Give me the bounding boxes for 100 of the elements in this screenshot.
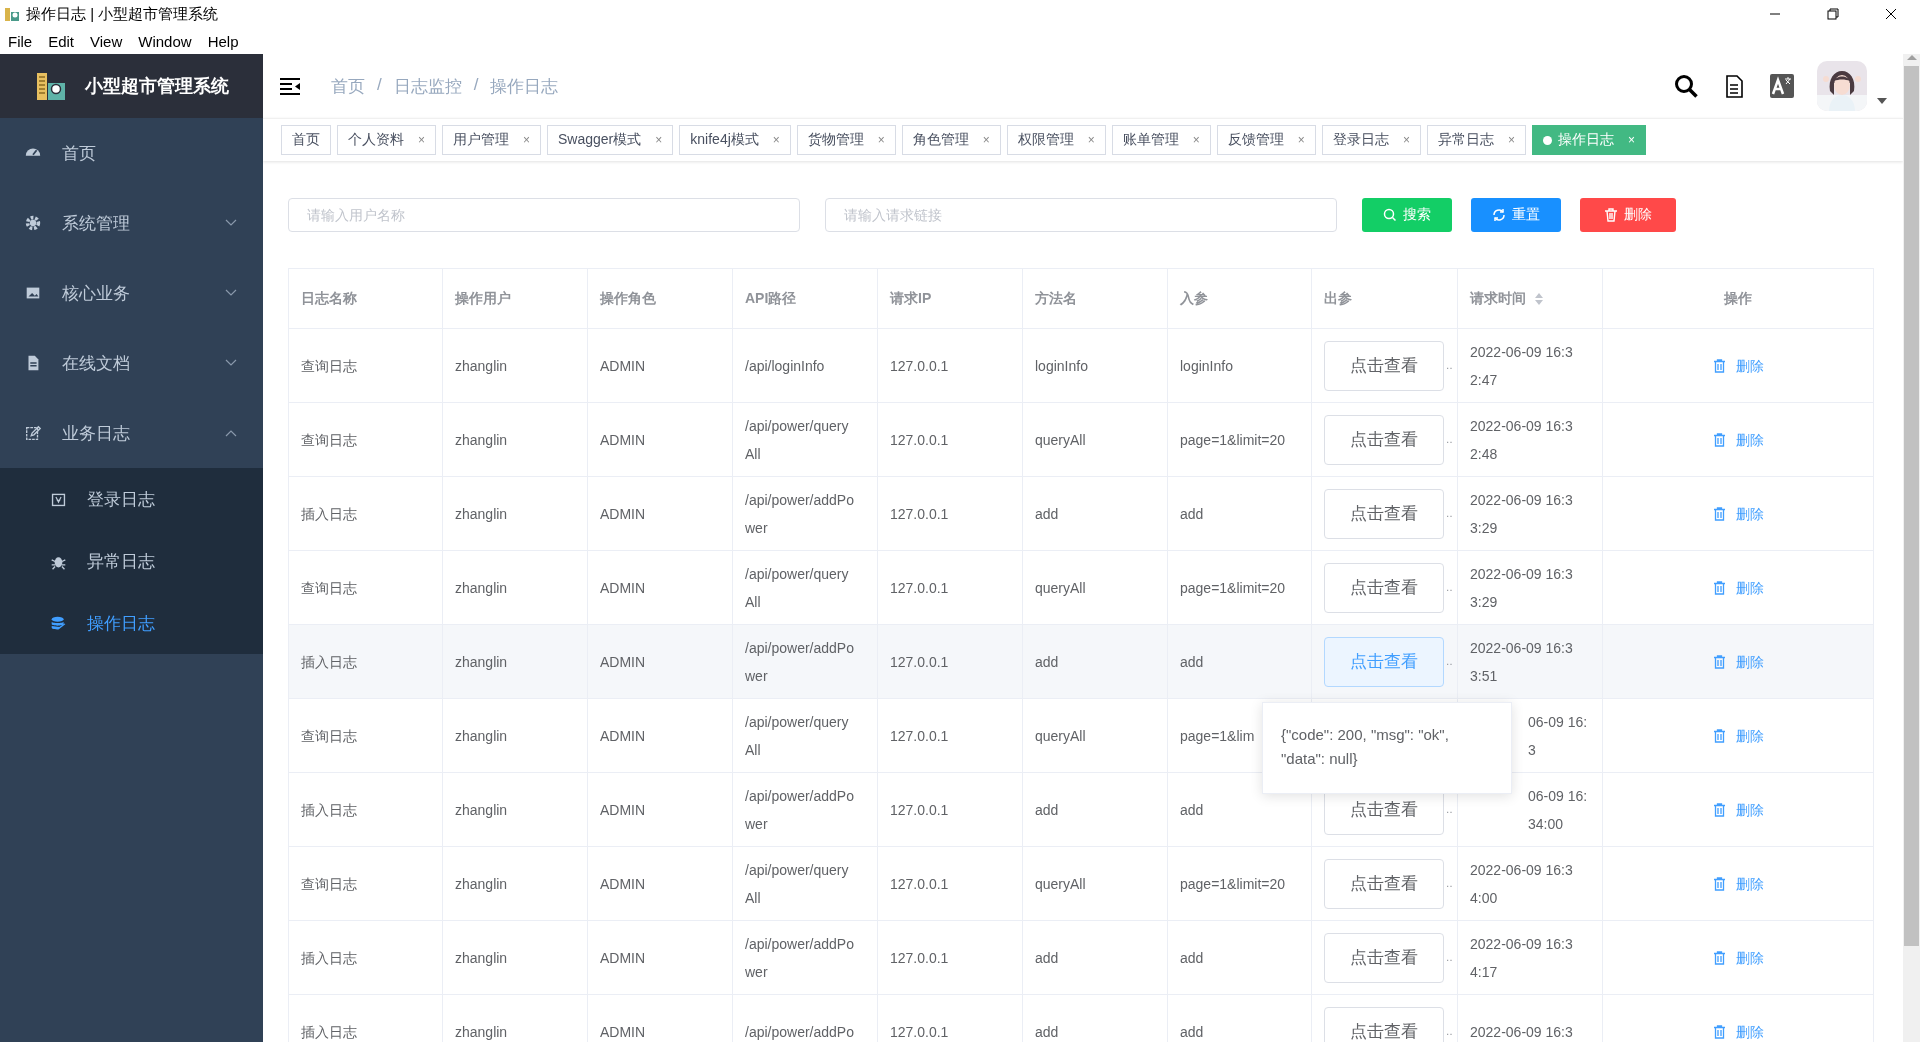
tab[interactable]: 用户管理 × xyxy=(442,125,542,155)
sidebar-subitem[interactable]: 操作日志 xyxy=(0,592,263,654)
close-icon[interactable]: × xyxy=(1192,133,1200,147)
table-cell-text: zhanglin xyxy=(455,430,508,450)
sidebar-item[interactable]: 首页 xyxy=(0,118,263,188)
table-cell-text: ADMIN xyxy=(600,726,646,746)
trash-icon xyxy=(1712,728,1726,743)
breadcrumb-item: 操作日志 xyxy=(490,75,559,98)
database-icon xyxy=(50,614,67,632)
table-cell-text: 查询日志 xyxy=(301,726,357,746)
table-cell-text: page=1&lim xyxy=(1180,726,1255,746)
table-cell-text: /api/power/queryAll xyxy=(745,860,850,908)
close-icon[interactable]: × xyxy=(982,133,990,147)
close-icon[interactable]: × xyxy=(418,133,425,147)
menu-item[interactable]: Edit xyxy=(40,32,83,50)
table-cell-text: 插入日志 xyxy=(301,1022,357,1042)
tab[interactable]: Swagger模式 × xyxy=(547,125,674,155)
translate-icon[interactable] xyxy=(1769,73,1795,99)
tab[interactable]: 登录日志 × xyxy=(1321,125,1421,155)
menu-item[interactable]: Help xyxy=(199,32,247,50)
column-header: API路径 xyxy=(745,289,797,308)
trash-icon xyxy=(1604,208,1618,222)
ellipsis: ‥ xyxy=(1446,358,1453,373)
table-cell-text: 插入日志 xyxy=(301,652,357,672)
view-button[interactable]: 点击查看 xyxy=(1324,488,1444,539)
delete-button[interactable]: 删除 xyxy=(1580,198,1676,232)
reset-button[interactable]: 重置 xyxy=(1471,198,1561,232)
close-icon[interactable]: × xyxy=(1297,133,1305,147)
ellipsis: ‥ xyxy=(1446,1024,1453,1039)
table-cell-text: zhanglin xyxy=(455,504,508,524)
close-icon[interactable]: × xyxy=(1402,133,1410,147)
table-cell-text: /api/power/addPower xyxy=(745,934,855,982)
table-cell-text: 127.0.0.1 xyxy=(890,726,949,746)
table-cell-text: 插入日志 xyxy=(301,800,357,820)
table-cell-text: 2022-06-09 16:33:51 xyxy=(1470,638,1574,686)
close-icon[interactable]: × xyxy=(772,133,780,147)
tab[interactable]: knife4j模式 × xyxy=(679,125,791,155)
trash-icon xyxy=(1712,1024,1726,1039)
sidebar-item[interactable]: 业务日志 xyxy=(0,398,263,468)
tab[interactable]: 货物管理 × xyxy=(796,125,896,155)
table-cell-text: add xyxy=(1180,800,1204,820)
table-cell-text: 2022-06-09 16:3 xyxy=(1470,1022,1573,1042)
close-icon[interactable]: × xyxy=(523,133,531,147)
table-cell-text: /api/power/addPower xyxy=(745,638,855,686)
tab[interactable]: 个人资料 × xyxy=(337,125,436,155)
sidebar-item[interactable]: 核心业务 xyxy=(0,258,263,328)
column-header: 入参 xyxy=(1180,289,1208,308)
menu-item[interactable]: View xyxy=(82,32,131,50)
table-cell-text: 06-09 16:34:00 xyxy=(1528,786,1589,834)
gear-icon xyxy=(24,214,42,232)
table-cell-text: 2022-06-09 16:32:48 xyxy=(1470,416,1574,464)
scrollbar[interactable] xyxy=(1903,54,1920,1042)
view-button[interactable]: 点击查看 xyxy=(1324,562,1444,613)
tab[interactable]: 首页 xyxy=(281,125,331,155)
sidebar-subitem[interactable]: 登录日志 xyxy=(0,468,263,530)
tab[interactable]: 异常日志 × xyxy=(1426,125,1526,155)
tab[interactable]: 反馈管理 × xyxy=(1216,125,1316,155)
sidebar-item[interactable]: 系统管理 xyxy=(0,188,263,258)
table-cell-text: /api/power/addPower xyxy=(745,786,855,834)
table-cell-text: ADMIN xyxy=(600,1022,646,1042)
close-icon[interactable]: × xyxy=(877,133,885,147)
table-cell-text: add xyxy=(1035,1022,1059,1042)
close-icon[interactable]: × xyxy=(1087,133,1095,147)
table-cell-text: ADMIN xyxy=(600,430,646,450)
view-button[interactable]: 点击查看 xyxy=(1324,858,1444,909)
trash-icon xyxy=(1712,580,1726,595)
url-field[interactable]: 请输入请求链接 xyxy=(825,198,1337,232)
view-button[interactable]: 点击查看 xyxy=(1324,932,1444,983)
tab[interactable]: 角色管理 × xyxy=(901,125,1001,155)
tooltip: {"code": 200, "msg": "ok", "data": null} xyxy=(1262,702,1512,794)
table-cell-text: 2022-06-09 16:34:17 xyxy=(1470,934,1574,982)
ellipsis: ‥ xyxy=(1446,580,1453,595)
search-icon[interactable] xyxy=(1673,73,1699,99)
table-cell-text: 127.0.0.1 xyxy=(890,356,949,376)
tab[interactable]: 账单管理 × xyxy=(1111,125,1211,155)
table-cell-text: zhanglin xyxy=(455,356,508,376)
window-title: 操作日志 | 小型超市管理系统 xyxy=(26,4,220,24)
close-icon[interactable]: × xyxy=(655,133,663,147)
menu-item[interactable]: File xyxy=(0,32,41,50)
table-cell-text: add xyxy=(1180,948,1204,968)
table-cell-text: add xyxy=(1180,652,1204,672)
tab[interactable]: 权限管理 × xyxy=(1006,125,1106,155)
username-field[interactable]: 请输入用户名称 xyxy=(288,198,800,232)
column-header: 操作用户 xyxy=(455,289,511,308)
close-icon[interactable]: × xyxy=(1507,133,1515,147)
menu-icon[interactable] xyxy=(279,77,301,95)
sidebar-subitem[interactable]: 异常日志 xyxy=(0,530,263,592)
trash-icon xyxy=(1712,432,1726,447)
table-cell-text: zhanglin xyxy=(455,1022,508,1042)
ellipsis: ‥ xyxy=(1446,876,1453,891)
trash-icon xyxy=(1712,506,1726,521)
caret-icon[interactable] xyxy=(1877,97,1887,105)
table-cell-text: 插入日志 xyxy=(301,504,357,524)
view-button[interactable]: 点击查看 xyxy=(1324,340,1444,391)
menu-item[interactable]: Window xyxy=(130,32,200,50)
view-button[interactable]: 点击查看 xyxy=(1324,1006,1444,1042)
table-cell-text: 127.0.0.1 xyxy=(890,578,949,598)
chevron-up-icon xyxy=(225,429,237,437)
view-button[interactable]: 点击查看 xyxy=(1324,414,1444,465)
sidebar-item[interactable]: 在线文档 xyxy=(0,328,263,398)
